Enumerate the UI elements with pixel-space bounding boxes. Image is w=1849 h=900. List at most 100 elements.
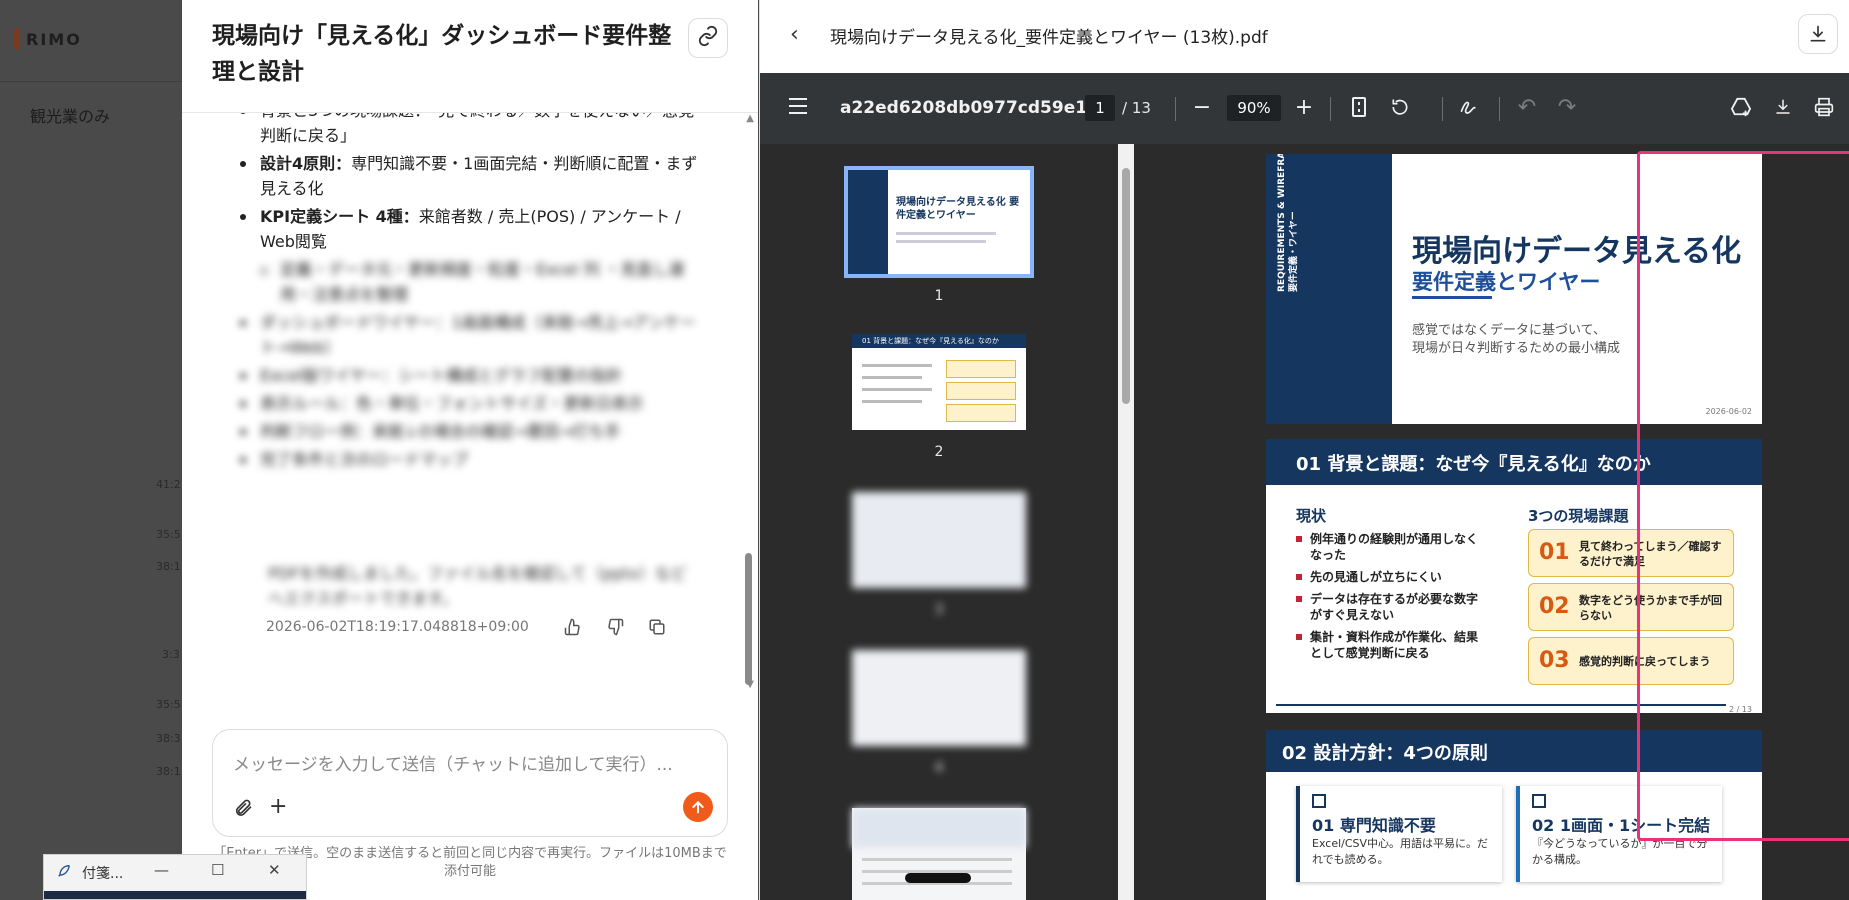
maximize-icon[interactable]: ☐ bbox=[211, 861, 224, 879]
app-logo[interactable]: RIMO bbox=[14, 28, 82, 50]
thumbnail-5[interactable] bbox=[852, 808, 1026, 900]
fit-page-icon[interactable] bbox=[1345, 93, 1373, 121]
zoom-input[interactable]: 90% bbox=[1227, 95, 1281, 121]
draw-icon[interactable] bbox=[1455, 93, 1483, 121]
close-icon[interactable]: ✕ bbox=[268, 861, 281, 879]
issue-box: 02 数字をどう使うかまで手が回らない bbox=[1528, 583, 1734, 631]
time-label: 38:1 bbox=[156, 765, 181, 778]
issue-box: 01 見て終わってしまう／確認するだけで満足 bbox=[1528, 529, 1734, 577]
thumbs-up-icon[interactable] bbox=[563, 617, 583, 637]
list-item: 先の見通しが立ちにくい bbox=[1296, 569, 1486, 585]
scroll-up-arrow-icon[interactable]: ▲ bbox=[746, 113, 754, 124]
download-button[interactable] bbox=[1798, 14, 1838, 54]
message-composer[interactable]: メッセージを入力して送信（チャットに追加して実行）... + bbox=[212, 729, 728, 837]
thumbnail-number: 3 bbox=[934, 602, 944, 618]
sticky-content-bar bbox=[44, 891, 306, 899]
list-item-blurred: 表示ルール：色・単位・フォントサイズ・更新日表示 bbox=[240, 391, 700, 416]
filter-label[interactable]: 観光業のみ bbox=[30, 103, 110, 127]
issue-number: 02 bbox=[1539, 594, 1570, 619]
slide-footer-rule bbox=[1276, 704, 1726, 706]
rotate-icon[interactable] bbox=[1386, 93, 1414, 121]
pdf-viewer-panel: ‹ 現場向けデータ見える化_要件定義とワイヤー (13枚).pdf a22ed6… bbox=[759, 0, 1849, 900]
toolbar-divider bbox=[1330, 97, 1331, 121]
slide-subtitle: 要件定義とワイヤー bbox=[1412, 270, 1601, 294]
thumbnail-number: 2 bbox=[934, 444, 944, 460]
time-label: 35:5 bbox=[156, 528, 181, 541]
zoom-in-button[interactable]: + bbox=[1290, 93, 1318, 121]
zoom-out-button[interactable]: − bbox=[1188, 93, 1216, 121]
message-input[interactable]: メッセージを入力して送信（チャットに追加して実行）... bbox=[233, 750, 673, 775]
menu-icon[interactable] bbox=[788, 97, 808, 119]
sticky-notes-window[interactable]: 付箋... — ☐ ✕ bbox=[43, 854, 307, 900]
pdf-page-1: REQUIREMENTS & WIREFRAME / 要件定義・ワイヤー 現場向け… bbox=[1266, 154, 1762, 424]
chat-messages: 背景と3つの現場課題：「見て終わる／数字を使えない／感覚判断に戻る」 設計4原則… bbox=[182, 113, 758, 720]
thumbnail-2[interactable]: 01 背景と課題：なぜ今『見える化』なのか bbox=[852, 334, 1026, 430]
feather-icon bbox=[56, 863, 72, 883]
partial-top-text: 背景と3つの現場課題：「見て終わる／数字を使えない／感覚判断に戻る」 bbox=[260, 113, 694, 145]
blurred-text: 完了条件と次のロードマップ bbox=[260, 450, 469, 469]
card-title: 01 専門知識不要 bbox=[1312, 816, 1436, 835]
issue-text: 数字をどう使うかまで手が回らない bbox=[1579, 594, 1722, 622]
thumbnail-number: 1 bbox=[934, 288, 944, 304]
slide-description: 感覚ではなくデータに基づいて、 現場が日々判断するための最小構成 bbox=[1412, 323, 1621, 356]
scroll-down-arrow-icon[interactable]: ▼ bbox=[746, 679, 754, 690]
thumbs-down-icon[interactable] bbox=[605, 617, 625, 637]
undo-icon[interactable]: ↶ bbox=[1513, 93, 1541, 121]
toolbar-divider bbox=[1175, 97, 1176, 121]
list-item-blurred: 完了条件と次のロードマップ bbox=[240, 447, 700, 472]
pdf-doc-id: a22ed6208db0977cd59e1... bbox=[840, 98, 1107, 118]
arrow-up-icon bbox=[692, 800, 704, 814]
issue-text: 見て終わってしまう／確認するだけで満足 bbox=[1579, 540, 1722, 568]
title-underline bbox=[1412, 296, 1492, 299]
bg-header: RIMO bbox=[0, 0, 182, 82]
thumbnail-4[interactable] bbox=[852, 650, 1026, 746]
thumbnail-3[interactable] bbox=[852, 492, 1026, 588]
issue-box: 03 感覚的判断に戻ってしまう bbox=[1528, 637, 1734, 685]
send-button[interactable] bbox=[683, 792, 713, 822]
add-button[interactable]: + bbox=[269, 794, 287, 819]
toolbar-divider bbox=[1499, 97, 1500, 121]
pdf-toolbar: a22ed6208db0977cd59e1... 1 / 13 − 90% + … bbox=[760, 73, 1849, 144]
issues-heading: 3つの現場課題 bbox=[1528, 507, 1629, 525]
list-item-blurred: 定義・データ元・更新頻度・粒度・Excel 列 ・見直し運用・注意点を整理 bbox=[260, 257, 700, 307]
back-chevron-icon[interactable]: ‹ bbox=[790, 22, 799, 47]
list-item-blurred: Excel版ワイヤー：シート構成とグラフ配置の指針 bbox=[240, 363, 700, 388]
thumbnail-scroll-indicator[interactable] bbox=[905, 873, 971, 883]
page-total: / 13 bbox=[1122, 99, 1151, 117]
download-icon[interactable] bbox=[1769, 93, 1797, 121]
sticky-title: 付箋... bbox=[82, 866, 124, 882]
principle-card: 01 専門知識不要 Excel/CSV中心。用語は平易に。だれでも読める。 bbox=[1296, 786, 1502, 882]
chat-scrollbar[interactable] bbox=[745, 553, 752, 685]
slide-page-label: 2 / 13 bbox=[1728, 705, 1752, 713]
blurred-text: 表示ルール：色・単位・フォントサイズ・更新日表示 bbox=[260, 394, 644, 413]
current-state-list: 例年通りの経験則が通用しなくなった 先の見通しが立ちにくい データは存在するが必… bbox=[1296, 531, 1486, 667]
page-number-input[interactable]: 1 bbox=[1085, 95, 1115, 121]
thumbnail-scrollbar[interactable] bbox=[1118, 144, 1134, 900]
thumbnail-1[interactable]: 現場向けデータ見える化 要件定義とワイヤー bbox=[844, 166, 1034, 278]
blurred-text: Excel版ワイヤー：シート構成とグラフ配置の指針 bbox=[260, 366, 622, 385]
chat-header: 現場向け「見える化」ダッシュボード要件整理と設計 bbox=[182, 0, 758, 113]
time-label: 3:3 bbox=[162, 648, 180, 661]
blurred-text: 判断フロー例：来館↓の場合の確認→要因→打ち手 bbox=[260, 422, 621, 441]
add-to-drive-icon[interactable] bbox=[1727, 93, 1755, 121]
layout-icon bbox=[1532, 794, 1546, 808]
pdf-file-name: 現場向けデータ見える化_要件定義とワイヤー (13枚).pdf bbox=[830, 28, 1268, 48]
logo-text: RIMO bbox=[26, 29, 82, 49]
scrollbar-thumb[interactable] bbox=[1122, 168, 1130, 404]
minimize-icon[interactable]: — bbox=[154, 861, 169, 879]
list-item: データは存在するが必要な数字がすぐ見えない bbox=[1296, 591, 1486, 623]
link-icon bbox=[697, 25, 719, 51]
download-icon bbox=[1810, 25, 1826, 42]
copy-icon[interactable] bbox=[647, 617, 667, 637]
current-state-heading: 現状 bbox=[1296, 507, 1327, 525]
redo-icon[interactable]: ↷ bbox=[1553, 93, 1581, 121]
list-item: 設計4原則：専門知識不要・1画面完結・判断順に配置・まず見える化 bbox=[240, 151, 700, 201]
thumbnail-number: 4 bbox=[934, 760, 944, 776]
toolbar-divider bbox=[1442, 97, 1443, 121]
list-item-blurred: 判断フロー例：来館↓の場合の確認→要因→打ち手 bbox=[240, 419, 700, 444]
share-link-button[interactable] bbox=[688, 18, 728, 58]
paperclip-icon[interactable] bbox=[231, 796, 255, 820]
chat-title: 現場向け「見える化」ダッシュボード要件整理と設計 bbox=[212, 23, 672, 85]
message-bullets: 背景と3つの現場課題：「見て終わる／数字を使えない／感覚判断に戻る」 設計4原則… bbox=[240, 113, 700, 475]
print-icon[interactable] bbox=[1810, 93, 1838, 121]
